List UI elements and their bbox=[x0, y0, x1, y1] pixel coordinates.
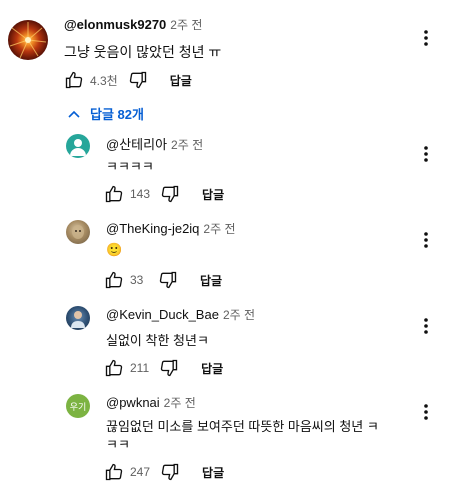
like-icon[interactable] bbox=[104, 270, 124, 290]
reply-actions: 33 답글 bbox=[104, 270, 222, 290]
dislike-icon[interactable] bbox=[159, 358, 179, 378]
reply-text-line-1: 끊임없던 미소를 보여주던 따뜻한 마음씨의 청년 ㅋ bbox=[106, 419, 379, 434]
main-comment: @elonmusk9270 2주 전 그냥 웃음이 많았던 청년 ㅠ 4.3천 답… bbox=[0, 0, 451, 100]
reply-button[interactable]: 답글 bbox=[201, 360, 223, 377]
reply-time[interactable]: 2주 전 bbox=[171, 138, 203, 152]
like-icon[interactable] bbox=[104, 358, 124, 378]
reply-item: @산테리아 2주 전 ㅋㅋㅋㅋ 143 답글 bbox=[0, 124, 451, 210]
reply-item: 우기 @pwknai 2주 전 끊임없던 미소를 보여주던 따뜻한 마음씨의 청년… bbox=[0, 382, 451, 495]
comment-time[interactable]: 2주 전 bbox=[170, 18, 202, 32]
chevron-up-icon bbox=[68, 110, 80, 118]
comment-actions: 4.3천 답글 bbox=[64, 70, 192, 90]
default-person-icon bbox=[70, 139, 86, 156]
reply-text: 🙂 bbox=[106, 242, 123, 257]
reply-button[interactable]: 답글 bbox=[202, 186, 224, 203]
reply-actions: 247 답글 bbox=[104, 462, 224, 482]
more-options-icon[interactable] bbox=[416, 402, 436, 422]
reply-actions: 143 답글 bbox=[104, 184, 224, 204]
replies-toggle-label: 답글 82개 bbox=[90, 107, 144, 122]
avatar[interactable] bbox=[8, 20, 48, 60]
avatar[interactable] bbox=[66, 306, 90, 330]
avatar[interactable] bbox=[66, 220, 90, 244]
reply-text: ㅋㅋㅋㅋ bbox=[106, 159, 154, 174]
reply-item: @TheKing-je2iq 2주 전 🙂 33 답글 bbox=[0, 210, 451, 296]
reply-header: @산테리아 2주 전 bbox=[106, 134, 203, 153]
reply-time[interactable]: 2주 전 bbox=[223, 308, 255, 322]
like-count: 247 bbox=[130, 465, 151, 479]
reply-text-line-2: ㅋㅋ bbox=[106, 437, 130, 452]
comment-author[interactable]: @elonmusk9270 bbox=[64, 17, 166, 32]
more-options-icon[interactable] bbox=[416, 316, 436, 336]
avatar-photo-icon bbox=[71, 311, 85, 328]
avatar[interactable] bbox=[66, 134, 90, 158]
avatar-initials: 우기 bbox=[69, 401, 87, 412]
dislike-icon[interactable] bbox=[128, 70, 148, 90]
reply-header: @TheKing-je2iq 2주 전 bbox=[106, 220, 236, 237]
reply-button[interactable]: 답글 bbox=[202, 464, 224, 481]
dislike-icon[interactable] bbox=[160, 184, 180, 204]
comment-header: @elonmusk9270 2주 전 bbox=[64, 16, 202, 33]
reply-author[interactable]: @산테리아 bbox=[106, 137, 167, 152]
replies-toggle-button[interactable]: 답글 82개 bbox=[68, 104, 144, 123]
more-options-icon[interactable] bbox=[416, 28, 436, 48]
reply-actions: 211 답글 bbox=[104, 358, 223, 378]
reply-header: @Kevin_Duck_Bae 2주 전 bbox=[106, 306, 255, 323]
like-count: 33 bbox=[130, 273, 144, 287]
reply-button[interactable]: 답글 bbox=[170, 72, 192, 89]
reply-time[interactable]: 2주 전 bbox=[164, 396, 196, 410]
like-count: 143 bbox=[130, 187, 151, 201]
avatar-photo-icon bbox=[72, 225, 84, 239]
reply-item: @Kevin_Duck_Bae 2주 전 실없이 착한 청년ㅋ 211 답글 bbox=[0, 296, 451, 382]
more-options-icon[interactable] bbox=[416, 230, 436, 250]
like-count: 4.3천 bbox=[90, 73, 118, 88]
comment-text: 그냥 웃음이 많았던 청년 ㅠ bbox=[64, 44, 222, 60]
reply-author[interactable]: @TheKing-je2iq bbox=[106, 221, 199, 236]
more-options-icon[interactable] bbox=[416, 144, 436, 164]
reply-author[interactable]: @Kevin_Duck_Bae bbox=[106, 307, 219, 322]
like-icon[interactable] bbox=[104, 184, 124, 204]
reply-time[interactable]: 2주 전 bbox=[203, 222, 235, 236]
reply-author[interactable]: @pwknai bbox=[106, 395, 160, 410]
avatar[interactable]: 우기 bbox=[66, 394, 90, 418]
like-icon[interactable] bbox=[104, 462, 124, 482]
dislike-icon[interactable] bbox=[158, 270, 178, 290]
reply-text: 실없이 착한 청년ㅋ bbox=[106, 333, 209, 348]
avatar-burst-icon bbox=[9, 22, 47, 59]
dislike-icon[interactable] bbox=[160, 462, 180, 482]
like-count: 211 bbox=[130, 361, 150, 375]
reply-button[interactable]: 답글 bbox=[200, 272, 222, 289]
like-icon[interactable] bbox=[64, 70, 84, 90]
reply-header: @pwknai 2주 전 bbox=[106, 394, 196, 411]
